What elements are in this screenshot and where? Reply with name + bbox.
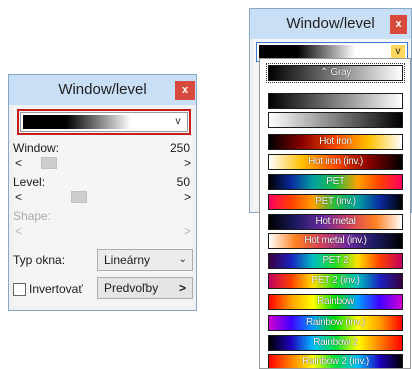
level-label: Level: [13,175,46,189]
typ-okna-select[interactable]: Lineárny ⌄ [97,249,193,271]
lut-option-label: Rainbow (inv.) [306,317,365,328]
window-slider-thumb[interactable] [41,157,57,169]
title-bar[interactable]: Window/level x [9,75,196,105]
lut-option-label: Hot metal [315,216,356,227]
lut-option[interactable]: Rainbow [268,294,403,310]
level-value: 50 [176,175,190,189]
predvolby-label: Predvoľby [104,281,159,295]
lut-option[interactable]: Hot iron [268,134,403,150]
lut-option-label: Rainbow 2 (inv.) [302,356,369,367]
chevron-down-icon: v [175,116,181,127]
title-bar[interactable]: Window/level x [250,9,411,39]
lut-option-label: Hot iron [319,136,352,147]
invertovat-label[interactable]: Invertovať [29,282,83,296]
lut-combobox[interactable]: v [20,112,188,132]
panel-body: v Window: 250 < > Level: 50 < > Shape: <… [13,105,193,306]
lut-option[interactable]: PET (inv.) [268,194,403,210]
lut-gradient-preview [23,115,167,129]
window-value: 250 [169,141,190,155]
window-title: Window/level [286,15,375,32]
lut-option[interactable]: ⌃ Gray [266,63,405,83]
scroll-right-icon: > [183,224,191,238]
scroll-left-icon: < [15,224,23,238]
lut-option-label: Hot iron (inv.) [308,156,363,167]
lut-option[interactable]: PET [268,174,403,190]
typ-okna-value: Lineárny [104,253,151,267]
lut-option[interactable] [268,93,403,109]
scroll-left-icon[interactable]: < [15,156,25,170]
lut-option[interactable]: Rainbow 2 [268,335,403,351]
lut-option-label: PET [326,176,345,187]
lut-option-label: PET 2 [322,255,349,266]
shape-slider: < > [15,224,191,238]
lut-option-label: PET 2 (inv.) [311,275,360,286]
scroll-left-icon[interactable]: < [15,190,25,204]
level-slider[interactable]: < > [15,190,191,204]
lut-option[interactable]: Hot iron (inv.) [268,154,403,170]
level-slider-thumb[interactable] [71,191,87,203]
window-level-panel: Window/level x v Window: 250 < > Level: … [8,74,197,311]
close-button[interactable]: x [390,15,407,34]
lut-option[interactable]: Hot metal [268,214,403,230]
window-title: Window/level [58,81,147,98]
lut-option[interactable]: Hot metal (inv.) [268,233,403,249]
lut-option-label: ⌃ Gray [319,67,352,78]
scroll-right-icon[interactable]: > [181,156,191,170]
window-slider[interactable]: < > [15,156,191,170]
lut-option[interactable]: Rainbow 2 (inv.) [268,354,403,368]
chevron-down-icon: ⌄ [178,254,187,265]
lut-option-label: PET (inv.) [315,196,356,207]
lut-option[interactable]: Rainbow (inv.) [268,315,403,331]
window-label: Window: [13,141,60,155]
shape-label: Shape: [13,209,52,223]
lut-option[interactable]: PET 2 (inv.) [268,273,403,289]
lut-gradient-preview [259,45,387,59]
predvolby-button[interactable]: Predvoľby > [97,277,193,299]
close-button[interactable]: x [175,81,195,100]
lut-option[interactable] [268,112,403,128]
lut-option[interactable]: PET 2 [268,253,403,269]
lut-option-label: Hot metal (inv.) [304,235,367,246]
chevron-right-icon: > [178,281,186,295]
typ-okna-label: Typ okna: [13,253,66,267]
invertovat-checkbox[interactable] [13,283,26,296]
lut-option-label: Rainbow [317,296,354,307]
lut-dropdown-list[interactable]: ⌃ Gray Hot iron Hot iron (inv.) PET PET (inv… [259,58,411,369]
chevron-down-icon: v [391,45,405,59]
lut-option-label: Rainbow 2 [313,337,358,348]
scroll-right-icon[interactable]: > [181,190,191,204]
